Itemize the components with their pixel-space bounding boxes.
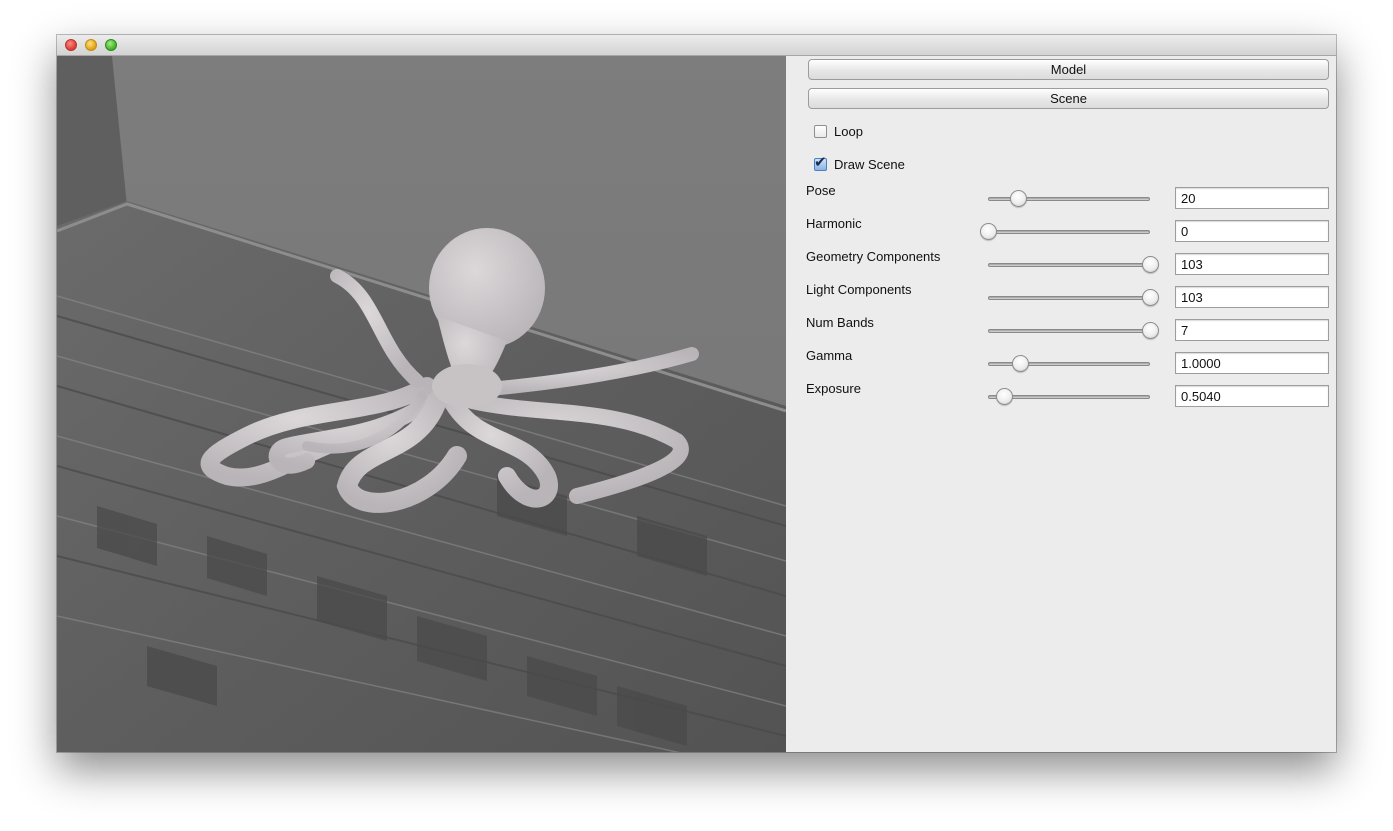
slider-knob[interactable] bbox=[1141, 256, 1159, 273]
harmonic-label: Harmonic bbox=[806, 216, 862, 231]
zoom-window-button[interactable] bbox=[105, 39, 117, 51]
gamma-label: Gamma bbox=[806, 348, 853, 363]
param-row-light-components: Light Components bbox=[806, 282, 1330, 308]
exposure-label: Exposure bbox=[806, 381, 861, 396]
param-row-exposure: Exposure bbox=[806, 381, 1330, 407]
pose-value-field[interactable] bbox=[1175, 187, 1329, 209]
param-row-gamma: Gamma bbox=[806, 348, 1330, 374]
slider-knob[interactable] bbox=[1141, 289, 1159, 306]
close-window-button[interactable] bbox=[65, 39, 77, 51]
loop-label: Loop bbox=[834, 123, 863, 139]
num-bands-value-field[interactable] bbox=[1175, 319, 1329, 341]
render-viewport[interactable] bbox=[57, 56, 786, 752]
slider-knob[interactable] bbox=[979, 223, 997, 240]
draw-scene-label: Draw Scene bbox=[834, 156, 905, 172]
param-row-num-bands: Num Bands bbox=[806, 315, 1330, 341]
param-row-geometry-components: Geometry Components bbox=[806, 249, 1330, 275]
slider-track bbox=[988, 296, 1150, 300]
geometry-components-value-field[interactable] bbox=[1175, 253, 1329, 275]
loop-checkbox-row[interactable]: Loop bbox=[814, 122, 863, 140]
app-window: Model Scene Loop ✔ Draw Scene Pose Harmo… bbox=[57, 35, 1336, 752]
geometry-components-label: Geometry Components bbox=[806, 249, 941, 264]
exposure-value-field[interactable] bbox=[1175, 385, 1329, 407]
slider-track bbox=[988, 263, 1150, 267]
harmonic-value-field[interactable] bbox=[1175, 220, 1329, 242]
minimize-window-button[interactable] bbox=[85, 39, 97, 51]
gamma-value-field[interactable] bbox=[1175, 352, 1329, 374]
pose-label: Pose bbox=[806, 183, 836, 198]
slider-knob[interactable] bbox=[1011, 355, 1029, 372]
draw-scene-checkbox[interactable]: ✔ bbox=[814, 154, 827, 171]
slider-track bbox=[988, 329, 1150, 333]
model-button[interactable]: Model bbox=[808, 59, 1329, 80]
slider-track bbox=[988, 230, 1150, 234]
control-panel: Model Scene Loop ✔ Draw Scene Pose Harmo… bbox=[786, 56, 1336, 752]
light-components-label: Light Components bbox=[806, 282, 912, 297]
light-components-value-field[interactable] bbox=[1175, 286, 1329, 308]
checkmark-icon: ✔ bbox=[814, 153, 827, 171]
slider-knob[interactable] bbox=[1141, 322, 1159, 339]
slider-knob[interactable] bbox=[995, 388, 1013, 405]
draw-scene-checkbox-row[interactable]: ✔ Draw Scene bbox=[814, 154, 905, 173]
param-row-harmonic: Harmonic bbox=[806, 216, 1330, 242]
param-row-pose: Pose bbox=[806, 183, 1330, 209]
scene-render bbox=[57, 56, 786, 752]
scene-button[interactable]: Scene bbox=[808, 88, 1329, 109]
title-bar bbox=[57, 35, 1336, 56]
loop-checkbox[interactable] bbox=[814, 124, 827, 138]
slider-knob[interactable] bbox=[1010, 190, 1028, 207]
num-bands-label: Num Bands bbox=[806, 315, 874, 330]
